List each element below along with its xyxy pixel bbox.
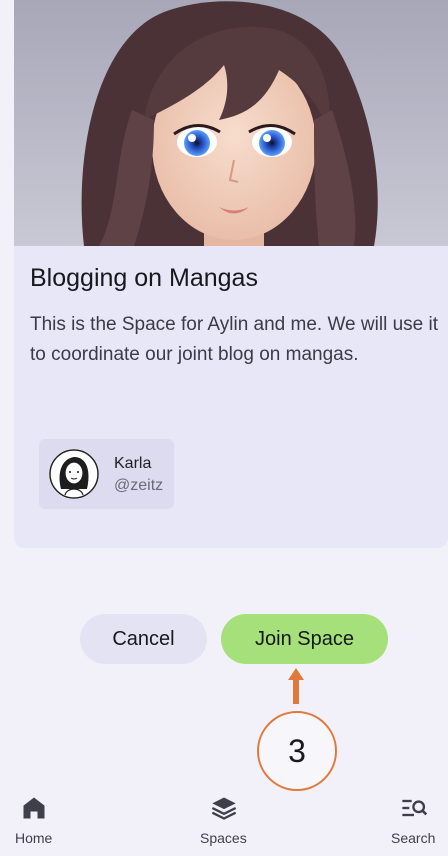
member-handle: @zeitz	[114, 477, 164, 494]
join-space-button[interactable]: Join Space	[221, 614, 388, 664]
join-space-screen: Blogging on Mangas This is the Space for…	[0, 0, 448, 856]
space-cover-image	[14, 0, 448, 246]
nav-label-spaces: Spaces	[200, 830, 247, 846]
annotation-step-badge: 3	[257, 711, 337, 791]
space-description: This is the Space for Aylin and me. We w…	[30, 314, 438, 365]
member-name: Karla	[114, 455, 152, 472]
search-list-icon	[402, 799, 428, 817]
bottom-nav: Home Spaces Search	[0, 786, 448, 856]
nav-label-home: Home	[15, 830, 53, 846]
nav-label-search: Search	[391, 830, 436, 846]
annotation-arrow-up-icon	[288, 668, 304, 704]
layers-icon	[211, 797, 237, 820]
nav-item-spaces[interactable]: Spaces	[179, 786, 269, 856]
space-title: Blogging on Mangas	[30, 264, 258, 292]
nav-item-home[interactable]: Home	[0, 786, 90, 856]
cancel-button[interactable]: Cancel	[80, 614, 207, 664]
space-card: Blogging on Mangas This is the Space for…	[14, 0, 448, 548]
home-icon	[23, 797, 45, 819]
avatar	[49, 449, 99, 499]
nav-item-search[interactable]: Search	[358, 786, 448, 856]
member-chip[interactable]: Karla @zeitz	[39, 439, 174, 509]
